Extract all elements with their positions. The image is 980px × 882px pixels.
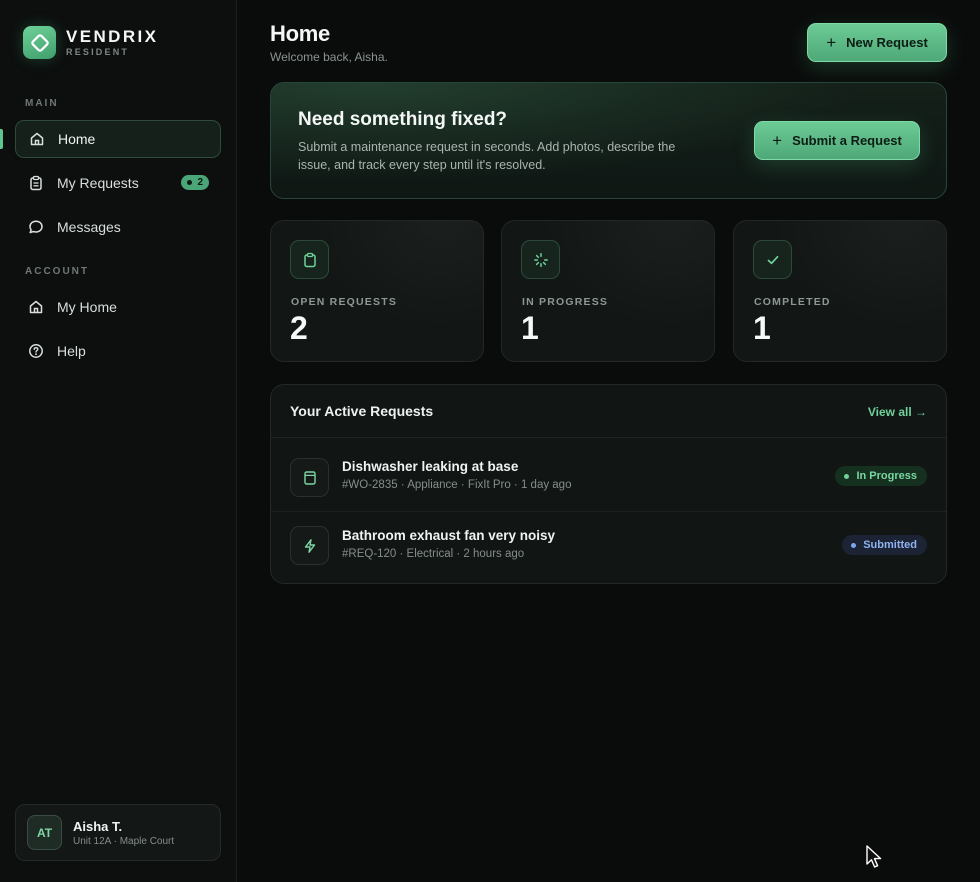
stat-value: 1	[521, 310, 539, 346]
panel-title: Your Active Requests	[290, 403, 434, 419]
sidebar: VENDRIX RESIDENT MAIN Home My Requests 2	[0, 0, 237, 882]
user-profile-card[interactable]: AT Aisha T. Unit 12A · Maple Court	[15, 804, 221, 861]
stat-label: OPEN REQUESTS	[291, 296, 398, 308]
plus-icon: +	[826, 32, 837, 52]
new-request-button[interactable]: + New Request	[807, 23, 947, 62]
appliance-icon	[290, 458, 329, 497]
avatar: AT	[27, 815, 62, 850]
panel-header: Your Active Requests View all →	[271, 385, 946, 438]
request-meta: #WO-2835 · Appliance · FixIt Pro · 1 day…	[342, 479, 572, 491]
loader-icon	[521, 240, 560, 279]
page-title: Home	[270, 21, 330, 46]
new-request-label: New Request	[846, 35, 928, 50]
sidebar-item-label: My Requests	[57, 175, 139, 191]
request-title: Bathroom exhaust fan very noisy	[342, 528, 556, 543]
sidebar-item-home[interactable]: Home	[15, 120, 221, 158]
sidebar-item-label: My Home	[57, 299, 117, 315]
request-title: Dishwasher leaking at base	[342, 459, 519, 474]
user-unit: Unit 12A · Maple Court	[73, 835, 175, 847]
home-icon	[29, 131, 45, 147]
submit-request-label: Submit a Request	[792, 133, 902, 148]
clipboard-icon	[28, 175, 44, 191]
badge-count: 2	[197, 177, 203, 188]
stat-label: IN PROGRESS	[522, 296, 609, 308]
sidebar-item-label: Messages	[57, 219, 121, 235]
stat-value: 2	[290, 310, 308, 346]
chat-bubble-icon	[28, 219, 44, 235]
clipboard-icon	[290, 240, 329, 279]
hero-description: Submit a maintenance request in seconds.…	[298, 140, 676, 172]
lightning-icon	[290, 526, 329, 565]
hero-title: Need something fixed?	[298, 109, 508, 130]
app-root: VENDRIX RESIDENT MAIN Home My Requests 2	[0, 0, 980, 882]
requests-count-badge: 2	[181, 175, 209, 190]
status-badge: Submitted	[842, 535, 927, 555]
request-row[interactable]: Dishwasher leaking at base #WO-2835 · Ap…	[271, 443, 946, 510]
user-name: Aisha T.	[73, 818, 123, 834]
view-all-link[interactable]: View all →	[868, 405, 927, 419]
check-icon	[753, 240, 792, 279]
stat-card-completed: COMPLETED 1	[733, 220, 947, 362]
section-label-main: MAIN	[25, 98, 59, 109]
status-badge: In Progress	[835, 466, 927, 486]
stat-card-open: OPEN REQUESTS 2	[270, 220, 484, 362]
stat-card-in-progress: IN PROGRESS 1	[501, 220, 715, 362]
brand-logo-icon	[23, 26, 56, 59]
stat-label: COMPLETED	[754, 296, 831, 308]
badge-dot-icon	[187, 180, 193, 185]
main-content: Home Welcome back, Aisha. + New Request …	[237, 0, 980, 882]
stat-value: 1	[753, 310, 771, 346]
mouse-cursor-icon	[866, 845, 884, 874]
status-dot-icon	[851, 542, 857, 548]
house-icon	[28, 299, 44, 315]
status-label: Submitted	[863, 539, 917, 551]
section-label-account: ACCOUNT	[25, 266, 89, 277]
plus-icon: +	[772, 130, 783, 150]
active-requests-panel: Your Active Requests View all → Dishwash…	[270, 384, 947, 584]
sidebar-item-my-requests[interactable]: My Requests 2	[15, 164, 221, 202]
request-meta: #REQ-120 · Electrical · 2 hours ago	[342, 548, 525, 560]
page-subtitle: Welcome back, Aisha.	[270, 50, 388, 64]
help-circle-icon	[28, 343, 44, 359]
sidebar-item-label: Help	[57, 343, 86, 359]
hero-banner: Need something fixed? Submit a maintenan…	[270, 82, 947, 199]
request-row[interactable]: Bathroom exhaust fan very noisy #REQ-120…	[271, 511, 946, 578]
brand-subtitle: RESIDENT	[66, 46, 130, 57]
status-label: In Progress	[856, 470, 917, 482]
submit-request-button[interactable]: + Submit a Request	[754, 121, 920, 160]
sidebar-item-label: Home	[58, 131, 96, 147]
brand-name: VENDRIX	[66, 26, 159, 46]
sidebar-item-my-home[interactable]: My Home	[15, 288, 221, 326]
sidebar-item-messages[interactable]: Messages	[15, 208, 221, 246]
status-dot-icon	[844, 473, 850, 479]
brand[interactable]: VENDRIX RESIDENT	[23, 26, 158, 59]
sidebar-item-help[interactable]: Help	[15, 332, 221, 370]
active-indicator	[0, 129, 3, 149]
